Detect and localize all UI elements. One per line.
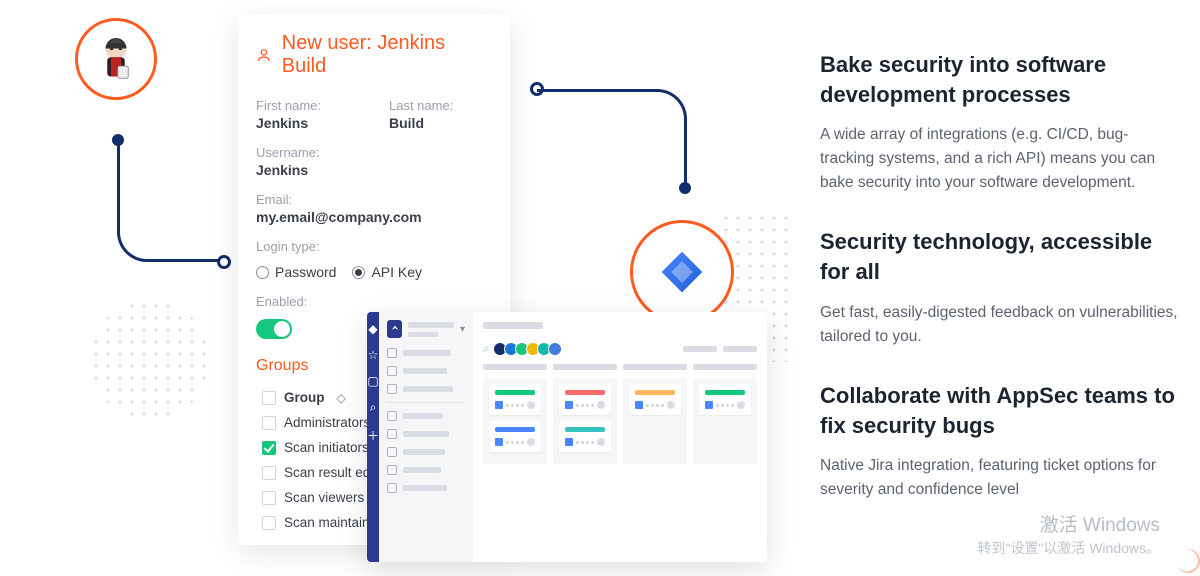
board-card[interactable] — [489, 421, 541, 452]
sort-icon[interactable]: ◇ — [337, 391, 346, 405]
list-item[interactable] — [387, 483, 465, 493]
dot-grid-decor — [90, 300, 210, 420]
username-value[interactable]: Jenkins — [256, 162, 492, 178]
checkbox[interactable] — [262, 516, 276, 530]
plus-icon[interactable]: ＋ — [367, 427, 379, 444]
chevron-down-icon[interactable]: ▾ — [460, 324, 465, 335]
login-type-label: Login type: — [256, 239, 492, 254]
board-sidebar: ▾ — [379, 312, 473, 562]
section-title: Security technology, accessible for all — [820, 227, 1180, 286]
section-title: Bake security into software development … — [820, 50, 1180, 109]
avatar[interactable] — [548, 342, 562, 356]
checkbox[interactable] — [262, 491, 276, 505]
board-card[interactable] — [559, 421, 611, 452]
board-column — [623, 378, 687, 464]
app-icon — [387, 320, 402, 338]
section-body: Get fast, easily-digested feedback on vu… — [820, 301, 1180, 349]
list-item[interactable] — [387, 411, 465, 421]
board-rail: ◆ ☆ ▢ ⌕ ＋ — [367, 312, 379, 562]
radio-password[interactable]: Password — [256, 264, 336, 280]
section-title: Collaborate with AppSec teams to fix sec… — [820, 381, 1180, 440]
enabled-label: Enabled: — [256, 294, 492, 309]
board-column — [553, 378, 617, 464]
decor-arc — [1173, 546, 1200, 576]
board-card[interactable] — [699, 384, 751, 415]
section-body: A wide array of integrations (e.g. CI/CD… — [820, 123, 1180, 195]
list-item[interactable] — [387, 429, 465, 439]
last-name-value[interactable]: Build — [389, 115, 492, 131]
board-column — [693, 378, 757, 464]
jira-board-preview: ◆ ☆ ▢ ⌕ ＋ ▾ — [367, 312, 767, 562]
list-item[interactable] — [387, 384, 465, 394]
board-card[interactable] — [629, 384, 681, 415]
search-icon[interactable]: ⌕ — [483, 341, 490, 356]
jenkins-icon — [75, 18, 157, 100]
checkbox[interactable] — [262, 441, 276, 455]
email-label: Email: — [256, 192, 492, 207]
enabled-toggle[interactable] — [256, 319, 292, 339]
user-icon — [256, 47, 272, 63]
board-column — [483, 378, 547, 464]
list-item[interactable] — [387, 366, 465, 376]
search-icon[interactable]: ⌕ — [370, 400, 377, 415]
first-name-label: First name: — [256, 98, 359, 113]
section-body: Native Jira integration, featuring ticke… — [820, 454, 1180, 502]
card-title-text: New user: Jenkins Build — [282, 32, 492, 78]
list-item[interactable] — [387, 447, 465, 457]
list-item[interactable] — [387, 348, 465, 358]
marketing-copy: Bake security into software development … — [820, 50, 1180, 502]
jira-icon — [630, 220, 734, 324]
username-label: Username: — [256, 145, 492, 160]
radio-api-key[interactable]: API Key — [352, 264, 422, 280]
board-card[interactable] — [489, 384, 541, 415]
star-icon[interactable]: ☆ — [368, 348, 379, 362]
windows-activation-watermark: 激活 Windows 转到"设置"以激活 Windows。 — [977, 514, 1160, 557]
square-icon[interactable]: ▢ — [367, 374, 378, 388]
first-name-value[interactable]: Jenkins — [256, 115, 359, 131]
email-value[interactable]: my.email@company.com — [256, 209, 492, 225]
board-main: ⌕ — [473, 312, 767, 562]
card-title: New user: Jenkins Build — [256, 32, 492, 78]
board-card[interactable] — [559, 384, 611, 415]
last-name-label: Last name: — [389, 98, 492, 113]
diamond-icon[interactable]: ◆ — [368, 322, 377, 336]
checkbox[interactable] — [262, 416, 276, 430]
checkbox[interactable] — [262, 466, 276, 480]
list-item[interactable] — [387, 465, 465, 475]
